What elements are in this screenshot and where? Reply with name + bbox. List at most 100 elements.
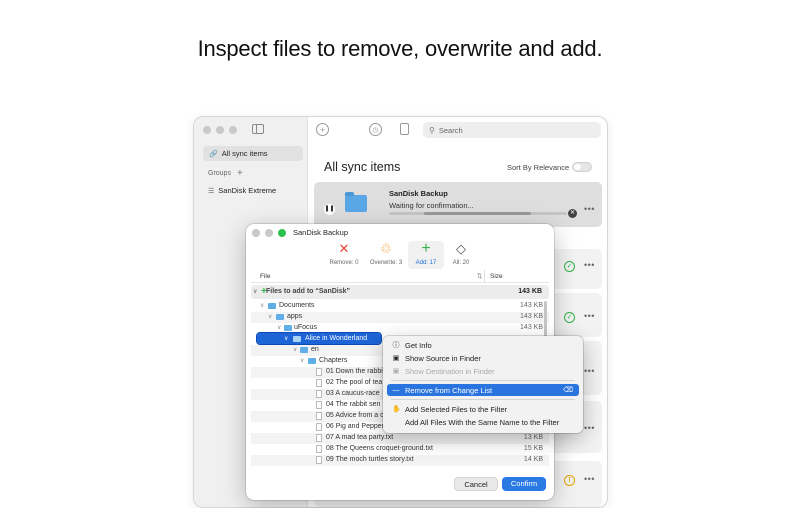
info-icon: ⓘ xyxy=(392,342,400,349)
zoom-button[interactable] xyxy=(229,126,237,134)
column-file[interactable]: File xyxy=(260,273,270,280)
folder-icon xyxy=(308,358,316,364)
menu-separator xyxy=(391,399,575,400)
sidebar-item-all-sync[interactable]: 🔗 All sync items xyxy=(203,146,303,161)
sort-label: Sort By Relevance xyxy=(507,163,570,172)
menu-separator xyxy=(391,380,575,381)
sync-item-name: SanDisk Backup xyxy=(389,189,448,198)
row-size: 143 KB xyxy=(520,324,543,331)
context-menu: ⓘ Get Info ▣ Show Source in Finder ▣ Sho… xyxy=(383,336,583,433)
chevron-down-icon[interactable]: ∨ xyxy=(260,302,264,309)
row-name: 09 The moch turtles story.txt xyxy=(326,456,414,463)
table-row[interactable]: ∨ Documents 143 KB xyxy=(251,301,549,312)
zoom-button[interactable] xyxy=(278,229,286,237)
progress-fill xyxy=(424,212,531,215)
more-button[interactable]: ••• xyxy=(584,311,595,321)
menu-item-show-destination[interactable]: ▣ Show Destination in Finder xyxy=(387,365,579,377)
column-size[interactable]: Size xyxy=(490,273,503,280)
more-button[interactable]: ••• xyxy=(584,366,595,376)
menu-item-add-selected[interactable]: ✋ Add Selected Files to the Filter xyxy=(387,403,579,415)
tab-overwrite[interactable]: ♲ Overwrite: 3 xyxy=(368,241,404,266)
chevron-down-icon[interactable]: ∨ xyxy=(284,335,289,342)
tab-all[interactable]: ◇ All: 20 xyxy=(443,241,479,266)
add-group-row[interactable]: ∨ + Files to add to “SanDisk” 143 KB xyxy=(251,285,549,299)
cancel-button[interactable]: Cancel xyxy=(454,477,498,491)
chevron-down-icon[interactable]: ∨ xyxy=(277,324,281,331)
minimize-button[interactable] xyxy=(216,126,224,134)
menu-item-show-source[interactable]: ▣ Show Source in Finder xyxy=(387,352,579,364)
row-size: 143 KB xyxy=(520,313,543,320)
table-row[interactable]: 08 The Queens croquet-ground.txt 15 KB xyxy=(251,444,549,455)
sidebar-item-label: All sync items xyxy=(221,149,268,158)
warning-icon: ! xyxy=(564,475,575,486)
history-icon[interactable]: ◷ xyxy=(369,123,382,136)
menu-item-label: Show Destination in Finder xyxy=(405,366,495,376)
row-size: 15 KB xyxy=(523,445,543,452)
confirm-button[interactable]: Confirm xyxy=(502,477,546,491)
chevron-icon[interactable]: ⇅ xyxy=(477,272,482,280)
document-icon xyxy=(316,379,322,387)
menu-item-remove[interactable]: — Remove from Change List ⌫ xyxy=(387,384,579,396)
window-controls[interactable] xyxy=(252,229,286,237)
window-controls[interactable] xyxy=(203,126,237,134)
document-icon xyxy=(316,412,322,420)
row-name: 02 The pool of tea xyxy=(326,379,383,386)
table-row[interactable]: ∨ apps 143 KB xyxy=(251,312,549,323)
folder-icon xyxy=(300,347,308,353)
menu-item-label: Remove from Change List xyxy=(405,385,493,395)
chevron-down-icon[interactable]: ∨ xyxy=(293,346,297,353)
close-button[interactable] xyxy=(252,229,260,237)
more-button[interactable]: ••• xyxy=(584,474,595,484)
hand-icon: ✋ xyxy=(392,406,401,413)
more-button[interactable]: ••• xyxy=(584,260,595,270)
tab-add[interactable]: + Add: 17 xyxy=(408,241,444,269)
more-button[interactable]: ••• xyxy=(584,204,595,214)
more-button[interactable]: ••• xyxy=(584,423,595,433)
document-icon xyxy=(316,423,322,431)
finder-icon: ▣ xyxy=(392,368,400,375)
document-icon xyxy=(316,390,322,398)
chevron-down-icon[interactable]: ∨ xyxy=(268,313,272,320)
row-name: 03 A caucus-race xyxy=(326,390,380,397)
sidebar-toggle-icon[interactable] xyxy=(252,124,264,134)
overwrite-icon: ♲ xyxy=(380,241,392,256)
sidebar-groups: Groups + xyxy=(208,168,243,179)
row-name: Alice in Wonderland xyxy=(301,334,372,344)
row-name: 07 A mad tea party.txt xyxy=(326,434,394,441)
menu-item-add-all-same[interactable]: Add All Files With the Same Name to the … xyxy=(387,416,579,428)
add-group-button[interactable]: + xyxy=(237,168,243,179)
sort-toggle[interactable] xyxy=(572,162,592,172)
chevron-down-icon[interactable]: ∨ xyxy=(300,357,304,364)
pause-button[interactable]: ❚❚ xyxy=(324,204,335,215)
clipboard-icon[interactable] xyxy=(400,123,409,135)
search-field[interactable]: ⚲ Search xyxy=(423,122,601,138)
table-row[interactable]: 09 The moch turtles story.txt 14 KB xyxy=(251,455,549,466)
menu-item-get-info[interactable]: ⓘ Get Info xyxy=(387,339,579,351)
document-icon xyxy=(316,401,322,409)
row-name: Documents xyxy=(279,302,315,309)
row-name: en xyxy=(311,346,319,353)
check-icon: ✓ xyxy=(564,312,575,323)
document-icon xyxy=(316,445,322,453)
add-button[interactable]: + xyxy=(316,123,329,136)
column-divider[interactable] xyxy=(484,270,485,282)
headline: Inspect files to remove, overwrite and a… xyxy=(197,36,603,61)
sync-item-card[interactable]: ❚❚ SanDisk Backup Waiting for confirmati… xyxy=(314,182,602,227)
row-size: 14 KB xyxy=(523,456,543,463)
table-row[interactable]: 07 A mad tea party.txt 13 KB xyxy=(251,433,549,444)
cancel-sync-icon[interactable]: ✕ xyxy=(568,209,577,218)
tab-remove[interactable]: ✕ Remove: 0 xyxy=(326,241,362,266)
close-button[interactable] xyxy=(203,126,211,134)
sidebar-item-label: SanDisk Extreme xyxy=(218,186,277,195)
folder-icon xyxy=(284,325,292,331)
row-size: 143 KB xyxy=(520,302,543,309)
menu-item-label: Add Selected Files to the Filter xyxy=(405,404,508,414)
row-name: 04 The rabbit sen xyxy=(326,401,381,408)
sidebar-item-drive[interactable]: ☰ SanDisk Extreme xyxy=(208,186,276,195)
folder-icon xyxy=(268,303,276,309)
minimize-button[interactable] xyxy=(265,229,273,237)
add-group-label: Files to add to “SanDisk” xyxy=(266,288,351,295)
row-name: Chapters xyxy=(319,357,348,364)
chevron-down-icon[interactable]: ∨ xyxy=(253,288,257,295)
delete-key-icon: ⌫ xyxy=(563,387,573,394)
